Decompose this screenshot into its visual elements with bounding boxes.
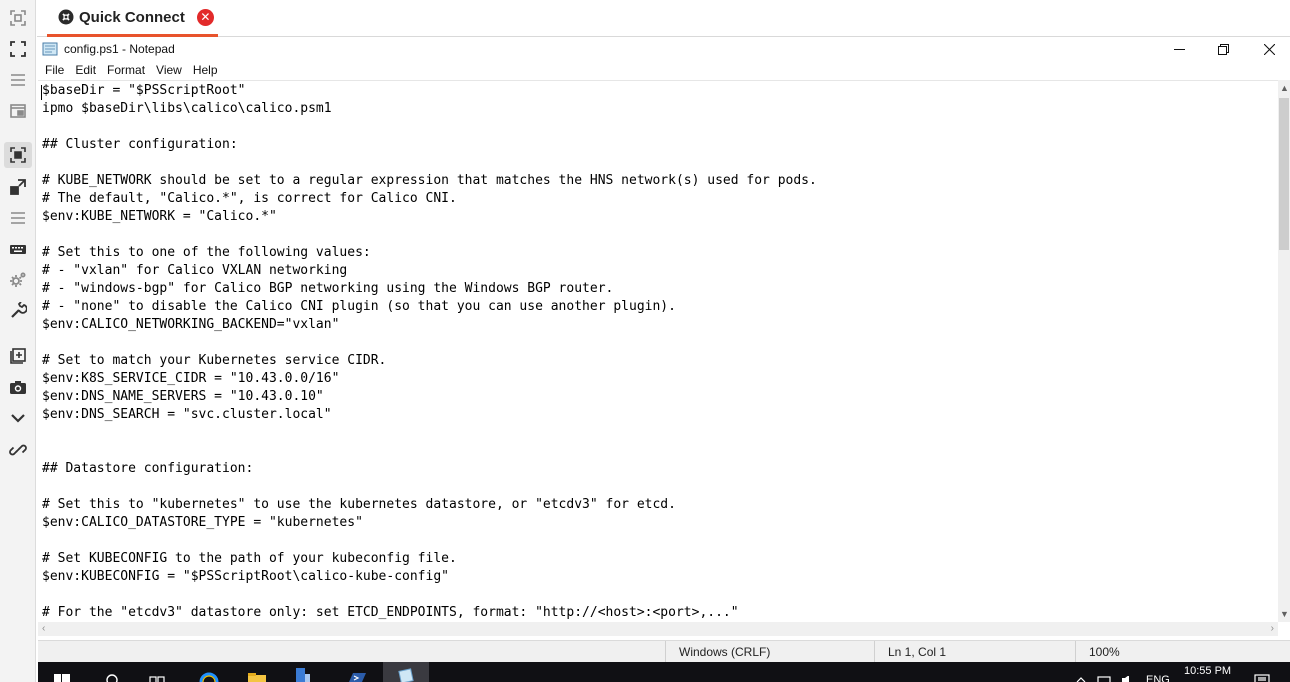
camera-icon[interactable]	[4, 374, 32, 400]
quick-connect-icon	[58, 9, 74, 25]
text-editor[interactable]: $baseDir = "$PSScriptRoot" ipmo $baseDir…	[38, 80, 1278, 622]
menu-help[interactable]: Help	[193, 63, 218, 77]
new-session-icon[interactable]	[4, 343, 32, 369]
menu-icon[interactable]	[4, 67, 32, 93]
left-toolbar	[0, 0, 36, 682]
search-icon[interactable]	[98, 662, 126, 682]
tab-strip: Quick Connect ✕	[37, 0, 1290, 37]
status-bar: Windows (CRLF) Ln 1, Col 1 100%	[38, 640, 1290, 663]
action-center-icon[interactable]	[1252, 662, 1272, 682]
menu-edit[interactable]: Edit	[75, 63, 96, 77]
server-manager-icon[interactable]	[288, 662, 316, 682]
window-icon[interactable]	[4, 98, 32, 124]
task-view-icon[interactable]	[143, 662, 171, 682]
scale-icon[interactable]	[4, 174, 32, 200]
tab-quick-connect[interactable]: Quick Connect ✕	[47, 0, 218, 37]
status-line-ending: Windows (CRLF)	[665, 641, 874, 663]
scroll-right-icon[interactable]: ›	[1271, 623, 1274, 634]
menu-bar: File Edit Format View Help	[38, 60, 1290, 80]
notepad-icon	[42, 42, 58, 56]
tray-chevron-icon[interactable]	[1074, 662, 1088, 682]
title-bar: config.ps1 - Notepad	[38, 38, 1290, 60]
start-icon[interactable]	[48, 662, 76, 682]
taskbar: ENG 10:55 PM	[38, 662, 1290, 682]
chevron-down-icon[interactable]	[4, 405, 32, 431]
window-title: config.ps1 - Notepad	[64, 42, 175, 56]
settings-icon[interactable]	[4, 267, 32, 293]
network-icon[interactable]	[1096, 662, 1112, 682]
language-indicator[interactable]: ENG	[1146, 674, 1170, 682]
clock-time[interactable]: 10:55 PM	[1184, 665, 1231, 677]
vertical-scrollbar[interactable]: ▲ ▼	[1278, 80, 1290, 622]
horizontal-scrollbar[interactable]: ‹ ›	[38, 622, 1278, 636]
volume-icon[interactable]	[1118, 662, 1134, 682]
powershell-icon[interactable]	[342, 662, 370, 682]
tools-icon[interactable]	[4, 298, 32, 324]
status-zoom: 100%	[1075, 641, 1290, 663]
tab-label: Quick Connect	[79, 8, 185, 26]
close-button[interactable]	[1246, 38, 1290, 60]
menu-file[interactable]: File	[45, 63, 64, 77]
screenshot-icon[interactable]	[4, 5, 32, 31]
scroll-down-icon[interactable]: ▼	[1280, 609, 1289, 619]
keyboard-icon[interactable]	[4, 236, 32, 262]
minimize-button[interactable]	[1156, 38, 1202, 60]
scroll-thumb[interactable]	[1279, 98, 1289, 250]
link-icon[interactable]	[4, 437, 32, 463]
list-icon[interactable]	[4, 205, 32, 231]
menu-view[interactable]: View	[156, 63, 182, 77]
remote-control-icon[interactable]	[4, 142, 32, 168]
notepad-taskbar-icon[interactable]	[383, 662, 429, 682]
close-tab-icon[interactable]: ✕	[196, 8, 214, 26]
notepad-window: config.ps1 - Notepad File Edit Format Vi…	[38, 38, 1290, 663]
scroll-left-icon[interactable]: ‹	[42, 623, 45, 634]
fullscreen-icon[interactable]	[4, 36, 32, 62]
restore-button[interactable]	[1200, 38, 1246, 60]
menu-format[interactable]: Format	[107, 63, 145, 77]
status-position: Ln 1, Col 1	[874, 641, 1088, 663]
file-explorer-icon[interactable]	[243, 662, 271, 682]
text-caret	[41, 85, 42, 100]
editor-content[interactable]: $baseDir = "$PSScriptRoot" ipmo $baseDir…	[42, 82, 817, 622]
edge-icon[interactable]	[195, 662, 223, 682]
scroll-up-icon[interactable]: ▲	[1280, 83, 1289, 93]
